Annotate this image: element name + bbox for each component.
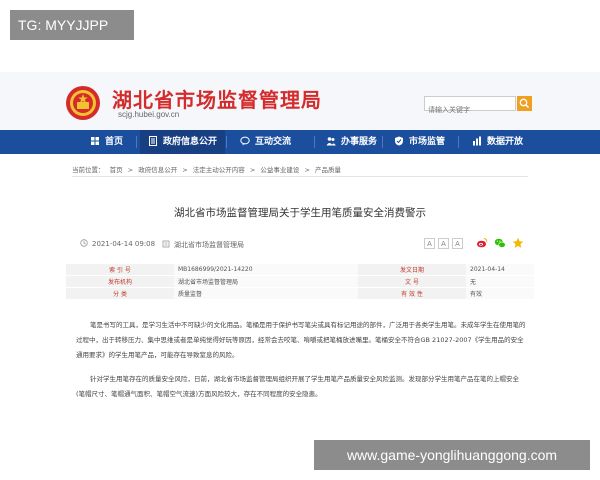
nav-label: 首页	[105, 137, 124, 147]
watermark-url: www.game-yonglihuanggong.com	[314, 440, 590, 470]
chart-icon	[473, 136, 481, 145]
nav-label: 数据开放	[487, 137, 524, 147]
paragraph-text: 笔是书写的工具，是学习生活中不可缺少的文化用品。笔桶是用于保护书写笔尖或具有标记…	[76, 321, 526, 359]
nav-divider	[458, 136, 459, 148]
national-emblem-icon[interactable]	[64, 84, 102, 122]
watermark-tag: TG: MYYJJPP	[10, 10, 134, 40]
nav-label: 互动交流	[255, 137, 292, 147]
table-label: 索 引 号	[66, 264, 174, 276]
site-domain: scjg.hubei.gov.cn	[118, 110, 180, 119]
table-value: 质量监督	[174, 287, 358, 300]
table-value: 2021-04-14	[466, 264, 534, 276]
nav-label: 办事服务	[341, 137, 378, 147]
clock-icon	[80, 239, 88, 247]
nav-item-open-data[interactable]: 数据开放	[466, 130, 529, 154]
people-icon	[326, 136, 336, 145]
search-input[interactable]	[425, 103, 519, 117]
nav-divider	[314, 136, 315, 148]
search-button[interactable]	[517, 96, 532, 111]
publish-date-text: 2021-04-14 09:08	[92, 240, 156, 248]
home-icon	[91, 136, 99, 145]
shield-icon	[395, 136, 403, 145]
table-value: 湖北省市场监督管理局	[174, 275, 358, 288]
breadcrumb-separator: >	[127, 166, 134, 174]
breadcrumb-prefix: 当前位置：	[72, 166, 105, 174]
paragraph-text: 针对学生用笔存在的质量安全风险，日前，湖北省市场监督管理局组织开展了学生用笔产品…	[76, 375, 519, 398]
table-row: 索 引 号 MB1686999/2021-14220 发文日期 2021-04-…	[66, 264, 534, 276]
table-label: 发文日期	[358, 264, 466, 276]
table-value: 有效	[466, 287, 534, 300]
article-paragraph: 笔是书写的工具，是学习生活中不可缺少的文化用品。笔桶是用于保护书写笔尖或具有标记…	[76, 318, 528, 363]
breadcrumb-item[interactable]: 法定主动公开内容	[193, 166, 245, 174]
nav-divider	[136, 136, 137, 148]
chat-bubble-icon	[240, 136, 250, 145]
wechat-icon[interactable]	[494, 237, 506, 249]
nav-divider	[382, 136, 383, 148]
search-field[interactable]	[424, 96, 519, 117]
nav-item-interaction[interactable]: 互动交流	[234, 130, 297, 154]
table-label: 文 号	[358, 275, 466, 288]
table-label: 有 效 性	[358, 287, 466, 300]
table-value: MB1686999/2021-14220	[174, 264, 358, 276]
search-icon	[519, 98, 529, 108]
weibo-icon[interactable]	[476, 237, 488, 249]
breadcrumb: 当前位置： 首页 > 政府信息公开 > 法定主动公开内容 > 公益事业建设 > …	[72, 164, 344, 174]
source-icon	[162, 240, 170, 248]
divider	[72, 176, 528, 177]
nav-item-services[interactable]: 办事服务	[320, 130, 383, 154]
breadcrumb-separator: >	[304, 166, 310, 174]
breadcrumb-separator: >	[249, 166, 256, 174]
nav-item-market-supervision[interactable]: 市场监管	[388, 130, 451, 154]
article-source: 湖北省市场监督管理局	[162, 240, 244, 250]
table-row: 分 类 质量监督 有 效 性 有效	[66, 287, 534, 300]
nav-item-home[interactable]: 首页	[84, 130, 129, 154]
breadcrumb-item[interactable]: 首页	[110, 166, 123, 174]
font-size-small-button[interactable]: A	[452, 238, 463, 249]
article-source-text: 湖北省市场监督管理局	[174, 241, 244, 249]
site-title[interactable]: 湖北省市场监督管理局	[112, 84, 322, 113]
nav-item-gov-info[interactable]: 政府信息公开	[140, 130, 226, 154]
breadcrumb-item[interactable]: 产品质量	[315, 166, 341, 174]
table-label: 发布机构	[66, 275, 174, 288]
table-row: 发布机构 湖北省市场监督管理局 文 号 无	[66, 275, 534, 288]
nav-label: 市场监管	[409, 137, 446, 147]
document-list-icon	[149, 135, 157, 146]
publish-date: 2021-04-14 09:08	[80, 239, 156, 248]
font-size-medium-button[interactable]: A	[438, 238, 449, 249]
breadcrumb-separator: >	[182, 166, 188, 174]
favorite-star-icon[interactable]	[512, 237, 524, 249]
nav-label: 政府信息公开	[163, 137, 218, 147]
table-value: 无	[466, 275, 534, 288]
article-paragraph: 针对学生用笔存在的质量安全风险，日前，湖北省市场监督管理局组织开展了学生用笔产品…	[76, 372, 528, 402]
breadcrumb-item[interactable]: 政府信息公开	[138, 166, 177, 174]
document-info-table: 索 引 号 MB1686999/2021-14220 发文日期 2021-04-…	[66, 264, 534, 300]
table-label: 分 类	[66, 287, 174, 300]
article-title: 湖北省市场监督管理局关于学生用笔质量安全消费警示	[174, 207, 426, 219]
breadcrumb-item[interactable]: 公益事业建设	[260, 166, 299, 174]
font-size-large-button[interactable]: A	[424, 238, 435, 249]
nav-divider	[226, 136, 227, 148]
